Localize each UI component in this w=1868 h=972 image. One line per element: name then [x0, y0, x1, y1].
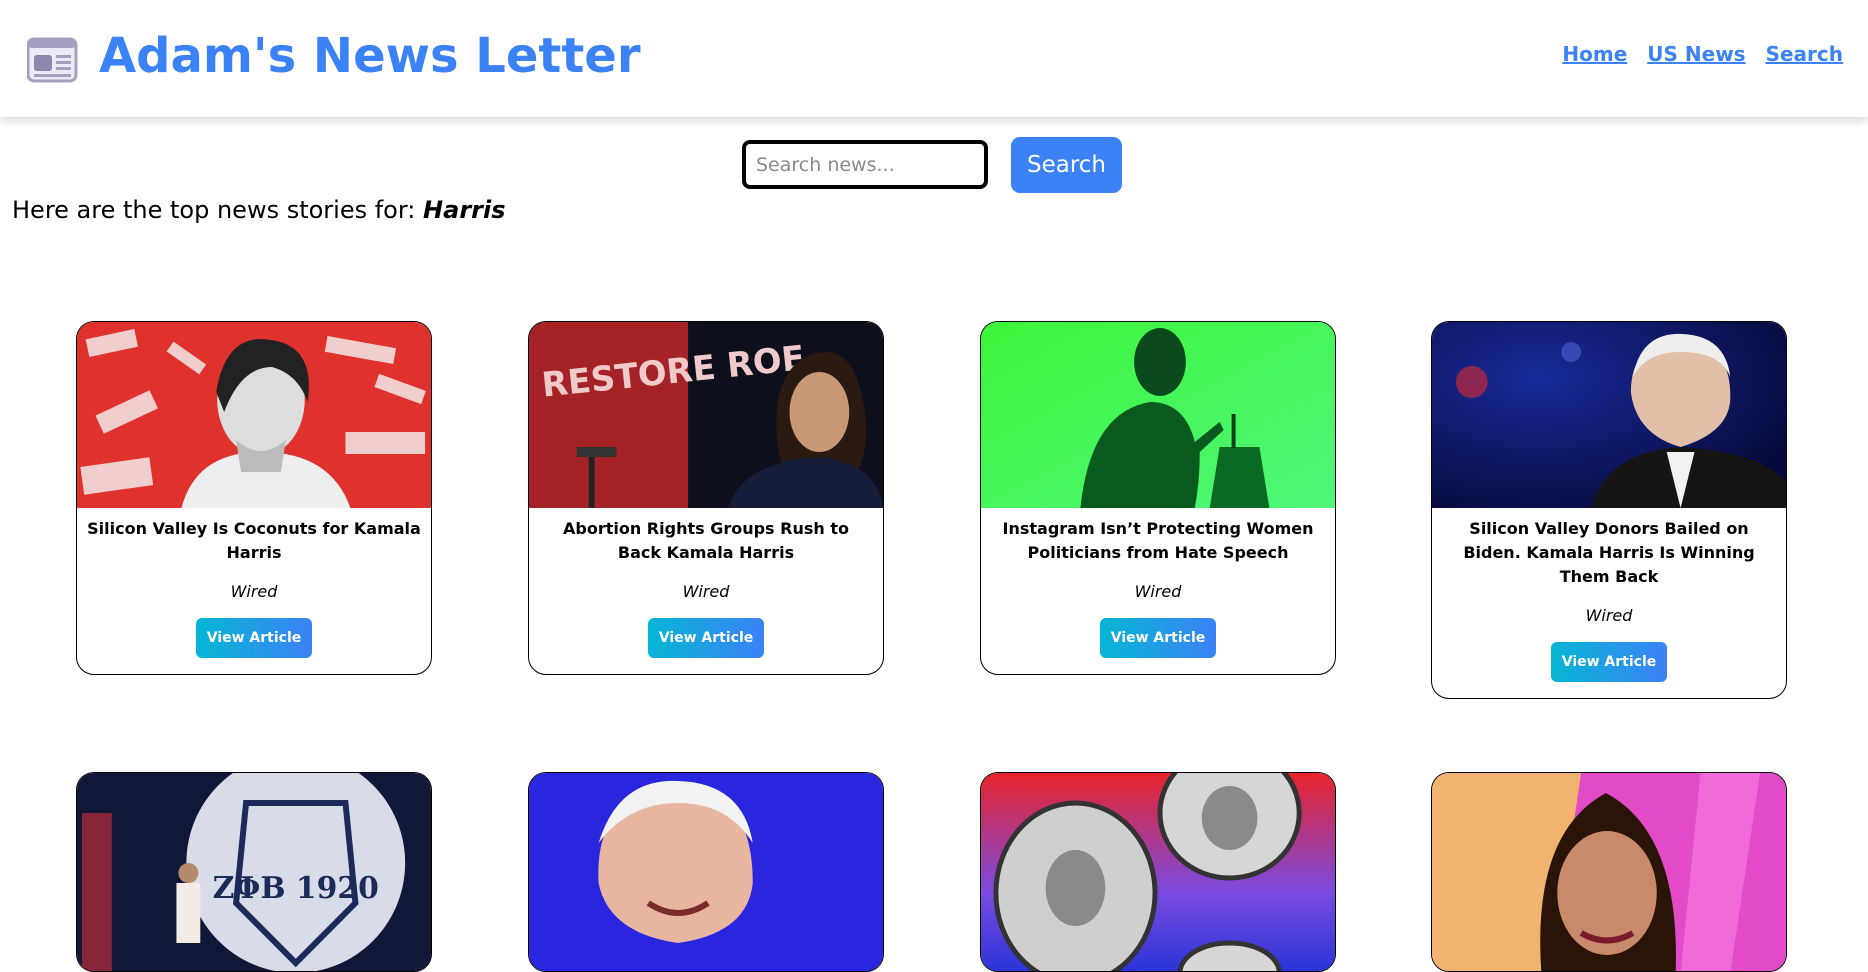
article-image: RESTORE ROE	[529, 322, 883, 508]
article-card	[528, 772, 884, 972]
results-query: Harris	[423, 196, 506, 224]
article-card	[1431, 772, 1787, 972]
site-title: Adam's News Letter	[99, 28, 641, 84]
nav-us-news-link[interactable]: US News	[1647, 42, 1745, 66]
article-source: Wired	[1134, 582, 1182, 601]
article-image	[1432, 322, 1786, 508]
article-image	[529, 773, 883, 971]
article-image: ΖΦΒ 1920	[77, 773, 431, 971]
article-title: Abortion Rights Groups Rush to Back Kama…	[563, 519, 849, 562]
article-card: RESTORE ROE Abortion Rights Groups Rush …	[528, 321, 884, 675]
article-card	[980, 772, 1336, 972]
article-title: Silicon Valley Donors Bailed on Biden. K…	[1463, 519, 1755, 586]
article-source: Wired	[1585, 606, 1633, 625]
article-card: Instagram Isn’t Protecting Women Politic…	[980, 321, 1336, 675]
article-image	[981, 322, 1335, 508]
view-article-button[interactable]: View Article	[1100, 618, 1216, 658]
newspaper-icon	[27, 37, 78, 83]
results-heading: Here are the top news stories for: Harri…	[12, 193, 506, 227]
view-article-button[interactable]: View Article	[196, 618, 312, 658]
view-article-button[interactable]: View Article	[1551, 642, 1667, 682]
article-title: Instagram Isn’t Protecting Women Politic…	[1002, 519, 1314, 562]
article-source: Wired	[230, 582, 278, 601]
article-title: Silicon Valley Is Coconuts for Kamala Ha…	[87, 519, 421, 562]
results-prefix: Here are the top news stories for:	[12, 196, 416, 224]
article-image	[77, 322, 431, 508]
view-article-button[interactable]: View Article	[648, 618, 764, 658]
article-image	[981, 773, 1335, 971]
image-crest-text: ΖΦΒ 1920	[213, 871, 379, 906]
search-input[interactable]	[742, 140, 988, 189]
nav-search-link[interactable]: Search	[1766, 42, 1843, 66]
article-card: Silicon Valley Is Coconuts for Kamala Ha…	[76, 321, 432, 675]
search-button[interactable]: Search	[1011, 137, 1122, 193]
article-source: Wired	[682, 582, 730, 601]
article-card: ΖΦΒ 1920	[76, 772, 432, 972]
article-card: Silicon Valley Donors Bailed on Biden. K…	[1431, 321, 1787, 699]
article-image	[1432, 773, 1786, 971]
main-nav: Home US News Search	[1562, 42, 1843, 66]
nav-home-link[interactable]: Home	[1562, 42, 1627, 66]
site-header: Adam's News Letter Home US News Search	[0, 0, 1868, 117]
